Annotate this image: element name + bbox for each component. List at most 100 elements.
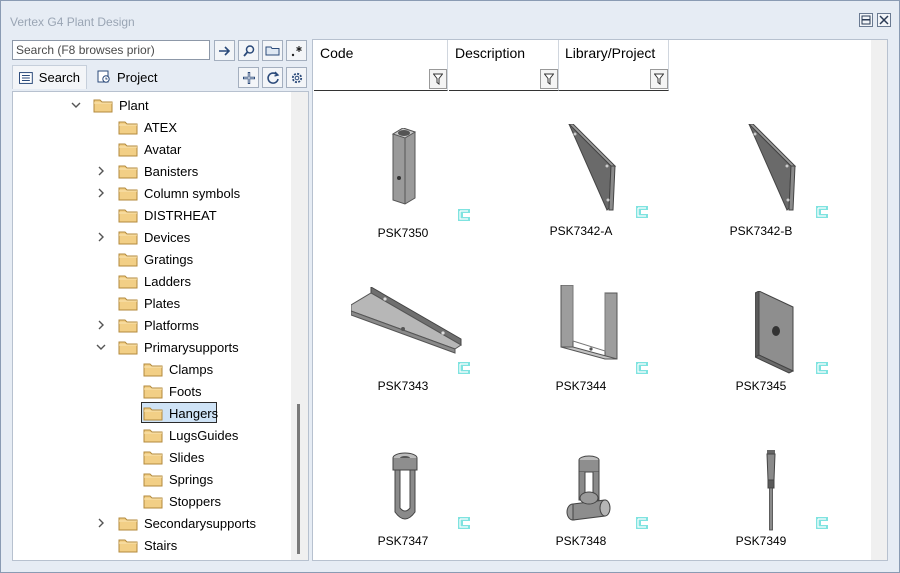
tree-item-label: Stairs — [144, 537, 178, 553]
tree-scrollbar[interactable] — [291, 92, 308, 560]
restore-icon[interactable] — [859, 13, 873, 27]
folder-icon — [118, 187, 138, 201]
title-bar: Vertex G4 Plant Design — [1, 1, 899, 39]
filter-icon[interactable] — [650, 69, 668, 89]
results-panel: Code Description Library/Project PSK7350… — [312, 39, 888, 561]
chevron-right-icon[interactable] — [96, 188, 106, 198]
folder-icon — [143, 473, 163, 487]
left-panel: Search Project Plant ATEX Avatar Banisters C… — [9, 39, 311, 561]
refresh-icon[interactable] — [262, 67, 283, 88]
folder-icon — [118, 121, 138, 135]
part-tile[interactable]: PSK7349 — [701, 430, 871, 570]
app-window: Vertex G4 Plant Design Search (F8 browse… — [0, 0, 900, 573]
tree-item-label: Plant — [119, 97, 149, 113]
library-badge-icon — [816, 206, 828, 218]
tree-item[interactable]: Platforms — [118, 315, 199, 335]
tree-item-label: Hangers — [169, 405, 219, 421]
filter-icon[interactable] — [540, 69, 558, 89]
chevron-right-icon[interactable] — [96, 320, 106, 330]
column-header-description[interactable]: Description — [449, 40, 559, 91]
folder-tree: Plant ATEX Avatar Banisters Column symbols DI… — [12, 91, 309, 561]
column-header-code[interactable]: Code — [314, 40, 448, 91]
part-tile[interactable]: PSK7345 — [701, 275, 871, 415]
part-tile[interactable]: PSK7348 — [521, 430, 691, 570]
tab-search[interactable]: Search — [12, 65, 87, 89]
tree-item[interactable]: Stairs — [118, 535, 177, 555]
tab-project[interactable]: Project — [90, 65, 170, 89]
regex-icon[interactable] — [286, 40, 307, 61]
folder-icon — [118, 143, 138, 157]
grid-scrollbar[interactable] — [871, 40, 887, 560]
tree-item-label: Clamps — [169, 361, 214, 377]
chevron-right-icon[interactable] — [96, 166, 106, 176]
tree-item-label: Column symbols — [144, 185, 241, 201]
folder-icon — [118, 319, 138, 333]
chevron-down-icon[interactable] — [71, 100, 81, 110]
tree-item-label: Banisters — [144, 163, 199, 179]
folder-icon — [143, 407, 163, 421]
folder-icon — [143, 495, 163, 509]
folder-icon — [118, 209, 138, 223]
part-tile[interactable]: PSK7342-B — [701, 120, 871, 260]
part-thumbnail — [351, 287, 462, 354]
tree-item[interactable]: LugsGuides — [143, 425, 238, 445]
part-tile[interactable]: PSK7343 — [343, 275, 513, 415]
tree-item[interactable]: Banisters — [118, 161, 198, 181]
tree-item[interactable]: DISTRHEAT — [118, 205, 217, 225]
part-code-label: PSK7342-B — [729, 224, 793, 238]
tree-item[interactable]: Secondarysupports — [118, 513, 256, 533]
tree-item[interactable]: Clamps — [143, 359, 213, 379]
tree-item[interactable]: Ladders — [118, 271, 191, 291]
tree-item[interactable]: Hangers — [143, 403, 218, 423]
tree-item[interactable]: Gratings — [118, 249, 193, 269]
library-badge-icon — [816, 362, 828, 374]
list-icon — [19, 71, 33, 84]
chevron-down-icon[interactable] — [96, 342, 106, 352]
project-icon — [97, 70, 110, 83]
part-code-label: PSK7348 — [555, 534, 607, 548]
part-code-label: PSK7350 — [377, 226, 429, 240]
tree-item-label: DISTRHEAT — [144, 207, 217, 223]
tree-item[interactable]: Plates — [118, 293, 180, 313]
folder-icon — [143, 429, 163, 443]
part-tile[interactable]: PSK7344 — [521, 275, 691, 415]
tree-item[interactable]: Avatar — [118, 139, 181, 159]
tree-item-label: LugsGuides — [169, 427, 239, 443]
search-input[interactable] — [12, 40, 210, 60]
tree-item[interactable]: ATEX — [118, 117, 177, 137]
folder-icon — [143, 363, 163, 377]
part-tile[interactable]: PSK7342-A — [521, 120, 691, 260]
folder-icon — [118, 517, 138, 531]
chevron-right-icon[interactable] — [96, 518, 106, 528]
gear-icon[interactable] — [286, 67, 307, 88]
folder-icon — [118, 341, 138, 355]
column-header-library[interactable]: Library/Project — [559, 40, 669, 91]
close-icon[interactable] — [877, 13, 891, 27]
part-thumbnail — [766, 450, 776, 531]
add-icon[interactable] — [238, 67, 259, 88]
tree-item[interactable]: Devices — [118, 227, 190, 247]
tree-item[interactable]: Stoppers — [143, 491, 221, 511]
library-badge-icon — [816, 517, 828, 529]
go-arrow-icon[interactable] — [214, 40, 235, 61]
part-code-label: PSK7342-A — [549, 224, 613, 238]
folder-icon — [118, 539, 138, 553]
tree-item[interactable]: Primarysupports — [118, 337, 239, 357]
tab-project-label: Project — [117, 69, 158, 85]
column-code-label: Code — [320, 45, 354, 61]
library-badge-icon — [458, 517, 470, 529]
tree-item[interactable]: Foots — [143, 381, 202, 401]
tree-scroll-thumb[interactable] — [297, 404, 300, 554]
part-tile[interactable]: PSK7350 — [343, 120, 513, 260]
tree-item[interactable]: Slides — [143, 447, 204, 467]
magnifier-icon[interactable] — [238, 40, 259, 61]
tree-item-label: Springs — [169, 471, 214, 487]
tree-item[interactable]: Plant — [93, 95, 149, 115]
tree-item[interactable]: Springs — [143, 469, 213, 489]
tree-item[interactable]: Column symbols — [118, 183, 240, 203]
part-tile[interactable]: PSK7347 — [343, 430, 513, 570]
column-description-label: Description — [455, 45, 526, 61]
chevron-right-icon[interactable] — [96, 232, 106, 242]
open-folder-icon[interactable] — [262, 40, 283, 61]
filter-icon[interactable] — [429, 69, 447, 89]
